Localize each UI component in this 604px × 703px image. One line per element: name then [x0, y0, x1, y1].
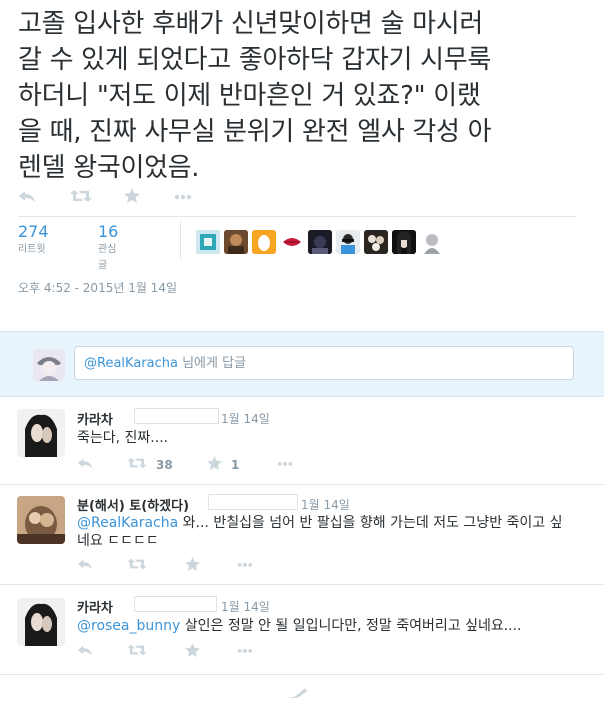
tweet-text-line: 갈 수 있게 되었다고 좋아하닥 갑자기 시무룩: [18, 45, 491, 75]
reply-icon[interactable]: [77, 557, 93, 575]
reply-author-name[interactable]: 분(해서) 토(하겠다): [77, 495, 189, 514]
reply-text: @RealKaracha 와... 반칠십을 넘어 반 팔십을 향해 가는데 저…: [77, 513, 597, 533]
favorite-count: 1: [231, 458, 240, 472]
favorite-icon[interactable]: [207, 456, 222, 475]
more-icon[interactable]: [236, 643, 254, 661]
reply-input-suffix: 님에게 답글: [177, 356, 247, 371]
avatar[interactable]: [252, 230, 276, 254]
tweet-text-line: 렌델 왕국이었음.: [18, 153, 200, 183]
twitter-bird-icon: [286, 684, 308, 703]
favorite-icon[interactable]: [124, 188, 140, 209]
reply-author-name[interactable]: 카라차: [77, 597, 113, 616]
more-icon[interactable]: [174, 188, 192, 209]
favorite-label: 관심글: [98, 244, 117, 271]
reply-tweet[interactable]: 카라차 1월 14일 죽는다, 진짜.... 38 1: [0, 396, 604, 484]
retweet-count: 274: [18, 222, 49, 241]
tweet-text-line: 하더니 "저도 이제 반마흔인 거 있죠?" 이랬: [18, 81, 481, 111]
reply-author-avatar[interactable]: [17, 409, 65, 457]
reply-tweet[interactable]: 분(해서) 토(하겠다) 1월 14일 @RealKaracha 와... 반칠…: [0, 485, 604, 585]
redacted-handle: [208, 494, 298, 510]
favorite-icon[interactable]: [185, 643, 200, 662]
reply-input-mention: @RealKaracha: [84, 356, 178, 371]
favorite-stat[interactable]: 16 관심글: [98, 222, 118, 274]
avatar[interactable]: [308, 230, 332, 254]
more-icon[interactable]: [276, 456, 294, 474]
redacted-handle: [134, 408, 219, 424]
avatar[interactable]: [364, 230, 388, 254]
retweet-count: 38: [156, 458, 173, 472]
more-icon[interactable]: [236, 557, 254, 575]
reply-text: 죽는다, 진짜....: [77, 430, 169, 446]
reply-text-line2: 네요 ㄷㄷㄷㄷ: [77, 533, 159, 549]
redacted-handle: [134, 596, 217, 612]
reply-input[interactable]: @RealKaracha 님에게 답글: [74, 346, 574, 380]
retweet-label: 리트윗: [18, 244, 46, 255]
retweet-icon[interactable]: [127, 557, 147, 575]
retweet-icon[interactable]: [127, 643, 147, 661]
avatar[interactable]: [224, 230, 248, 254]
reply-date[interactable]: 1월 14일: [221, 410, 270, 427]
reply-text: @rosea_bunny 살인은 정말 안 될 일입니다만, 정말 죽여버리고 …: [77, 616, 597, 636]
favorite-count: 16: [98, 222, 119, 241]
retweet-icon[interactable]: [70, 188, 92, 209]
reply-author-name[interactable]: 카라차: [77, 409, 113, 428]
reply-icon[interactable]: [77, 456, 93, 474]
divider: [18, 216, 577, 217]
reply-date[interactable]: 1월 14일: [221, 598, 270, 615]
retweet-stat[interactable]: 274 리트윗: [18, 222, 49, 258]
reply-tweet[interactable]: 카라차 1월 14일 @rosea_bunny 살인은 정말 안 될 일입니다만…: [0, 585, 604, 675]
reply-icon[interactable]: [77, 643, 93, 661]
stats-separator: [180, 220, 181, 260]
divider: [0, 674, 604, 675]
reply-icon[interactable]: [18, 188, 36, 209]
avatar[interactable]: [392, 230, 416, 254]
reply-mention[interactable]: @rosea_bunny: [77, 618, 180, 634]
tweet-timestamp: 오후 4:52 - 2015년 1월 14일: [18, 281, 177, 295]
reply-compose-area: @RealKaracha 님에게 답글: [0, 331, 604, 397]
tweet-text-line: 을 때, 진짜 사무실 분위기 완전 엘사 각성 아: [18, 117, 492, 147]
favorite-icon[interactable]: [185, 557, 200, 576]
reply-date[interactable]: 1월 14일: [301, 496, 350, 513]
avatar[interactable]: [196, 230, 220, 254]
tweet-text: 고졸 입사한 후배가 신년맞이하면 술 마시러 갈 수 있게 되었다고 좋아하닥…: [18, 6, 593, 186]
avatar[interactable]: [336, 230, 360, 254]
reply-mention[interactable]: @RealKaracha: [77, 515, 178, 531]
reply-text-body: 와... 반칠십을 넘어 반 팔십을 향해 가는데 저도 그냥반 죽이고 싶: [178, 515, 563, 531]
reply-text-body: 살인은 정말 안 될 일입니다만, 정말 죽여버리고 싶네요....: [180, 618, 522, 634]
reply-author-avatar[interactable]: [17, 598, 65, 646]
avatar[interactable]: [280, 230, 304, 254]
reply-author-avatar[interactable]: [17, 496, 65, 544]
retweet-icon[interactable]: [127, 456, 147, 474]
avatar[interactable]: [420, 230, 444, 254]
tweet-text-line: 고졸 입사한 후배가 신년맞이하면 술 마시러: [18, 9, 483, 39]
current-user-avatar: [33, 349, 65, 381]
